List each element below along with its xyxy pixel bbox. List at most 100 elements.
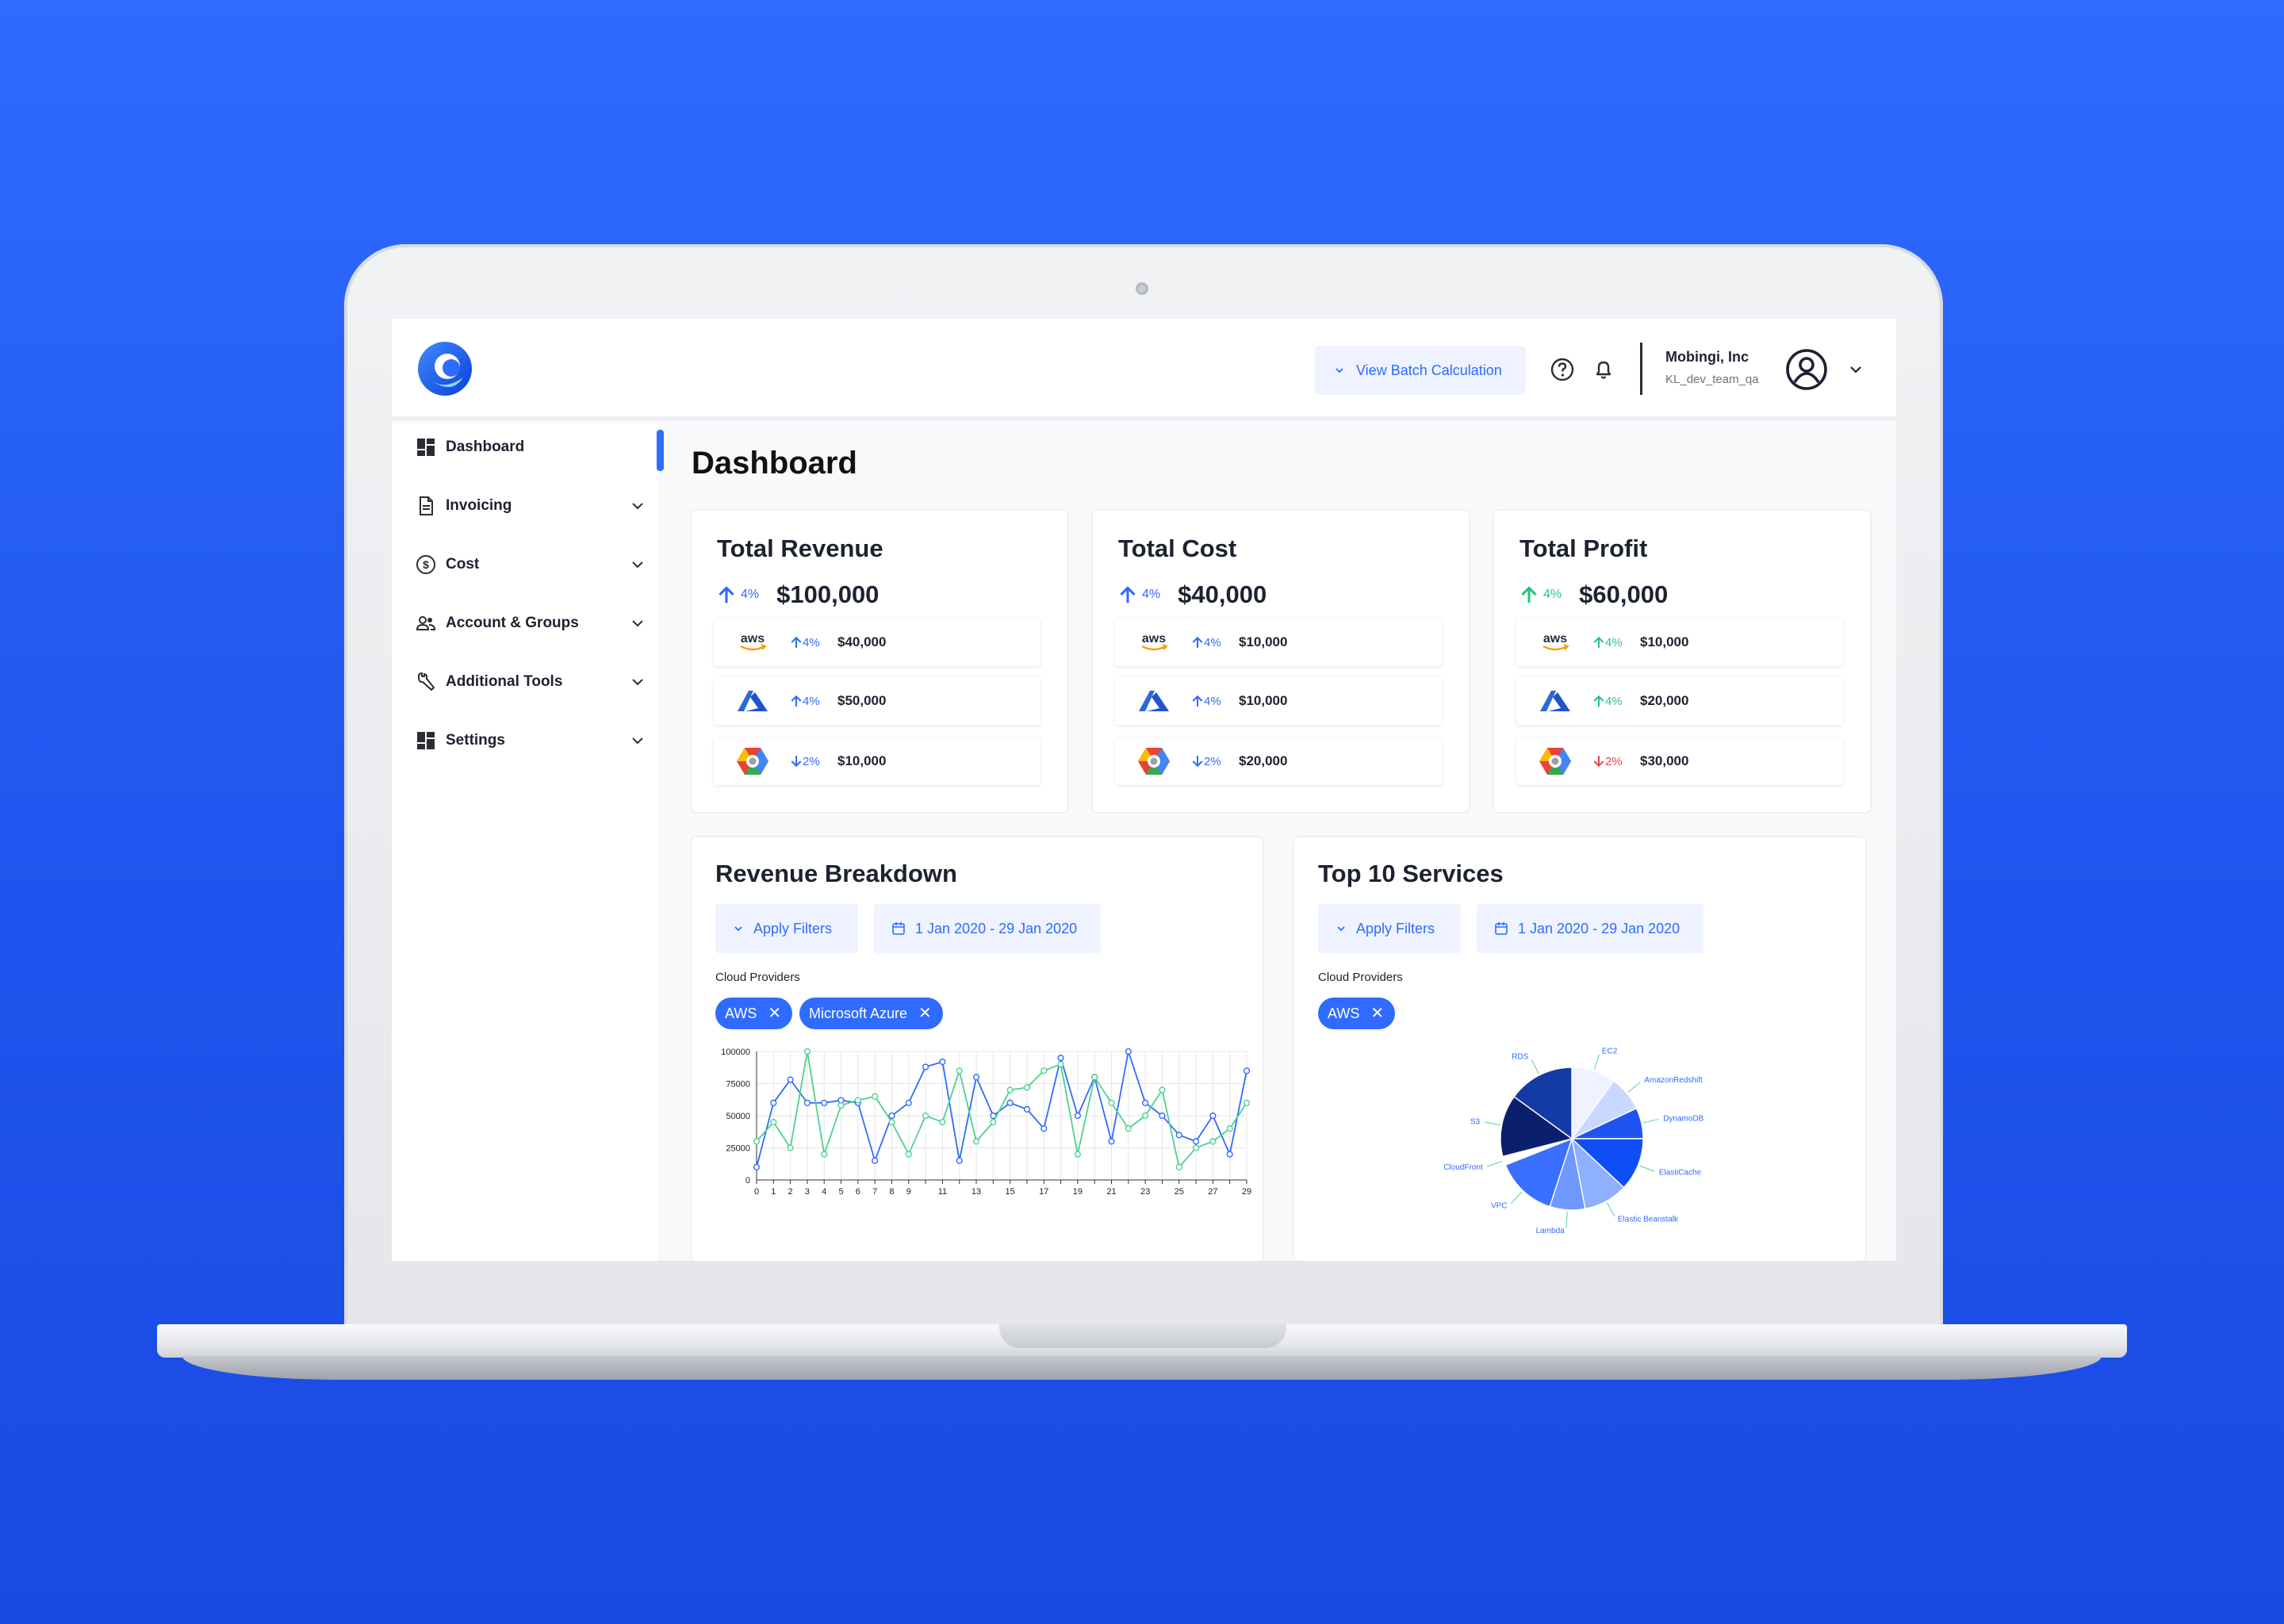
chip-aws[interactable]: AWS ✕	[715, 998, 793, 1029]
provider-change-value: 4%	[803, 635, 820, 649]
kpi-summary: 4% $100,000	[717, 580, 879, 609]
provider-value: $30,000	[1640, 753, 1689, 768]
date-range-picker[interactable]: 1 Jan 2020 - 29 Jan 2020	[874, 904, 1101, 953]
pie-leader-line	[1484, 1121, 1500, 1126]
series-point	[956, 1067, 963, 1074]
kpi-title: Total Revenue	[717, 534, 883, 562]
bell-icon[interactable]	[1591, 357, 1616, 382]
top-services-card: Top 10 Services Apply Filters 1 Jan 2020…	[1294, 837, 1865, 1261]
users-icon	[416, 616, 436, 630]
chip-label: AWS	[725, 1005, 757, 1021]
view-batch-calculation-button[interactable]: View Batch Calculation	[1315, 346, 1526, 395]
provider-row-aws[interactable]: aws 4% $10,000	[1115, 619, 1442, 666]
document-icon	[420, 496, 433, 515]
series-point	[1108, 1138, 1115, 1145]
provider-logo	[1129, 744, 1178, 779]
cloud-providers-label: Cloud Providers	[1318, 971, 1403, 984]
apply-filters-button[interactable]: Apply Filters	[715, 904, 858, 953]
provider-change-value: 2%	[803, 754, 820, 768]
series-point	[1159, 1112, 1166, 1120]
close-icon[interactable]: ✕	[768, 1005, 781, 1021]
provider-row-azure[interactable]: 4% $50,000	[714, 677, 1040, 725]
sidebar-item-cost[interactable]: $ Cost	[416, 549, 646, 580]
date-range-picker[interactable]: 1 Jan 2020 - 29 Jan 2020	[1477, 904, 1703, 953]
series-point	[1159, 1086, 1166, 1094]
series-point	[1057, 1061, 1064, 1068]
provider-row-azure[interactable]: 4% $20,000	[1516, 677, 1843, 725]
arrow-up-icon	[1593, 695, 1604, 707]
provider-change: 2%	[790, 755, 837, 768]
provider-row-gcp[interactable]: 2% $10,000	[714, 737, 1040, 785]
revenue-line-chart: 02500050000750001000000 1 2 3 4 5 6 7 8 9 11 13 15 17…	[721, 1048, 1251, 1197]
pie-label: VPC	[1491, 1202, 1508, 1211]
pie-label: AmazonRedshift	[1644, 1076, 1703, 1085]
x-tick-label: 29	[1242, 1187, 1251, 1197]
chip-aws[interactable]: AWS ✕	[1318, 998, 1396, 1029]
series-point	[905, 1099, 912, 1106]
top-services-pie-chart: EC2 AmazonRedshift DynamoDB ElastiCache Elas…	[1443, 1048, 1703, 1235]
series-point	[787, 1144, 794, 1151]
app-logo-icon[interactable]	[416, 339, 474, 398]
series-point	[1209, 1112, 1217, 1120]
help-icon[interactable]	[1550, 357, 1575, 382]
kpi-value: $60,000	[1579, 580, 1669, 608]
kpi-card-total-cost: Total Cost 4% $40,000 aws 4% $10,000 4% …	[1093, 511, 1469, 812]
series-point	[888, 1118, 895, 1126]
chevron-down-icon[interactable]	[630, 674, 646, 690]
sidebar-item-account-groups[interactable]: Account & Groups	[416, 607, 646, 639]
provider-row-gcp[interactable]: 2% $20,000	[1115, 737, 1442, 785]
provider-change-value: 4%	[1605, 694, 1623, 708]
calendar-icon	[892, 922, 905, 935]
series-point	[753, 1163, 761, 1170]
provider-logo	[728, 684, 777, 718]
chip-label: Microsoft Azure	[809, 1005, 908, 1021]
series-point	[1175, 1163, 1182, 1170]
series-point	[1023, 1084, 1031, 1091]
series-point	[1006, 1099, 1014, 1106]
series-point	[939, 1118, 946, 1126]
provider-row-azure[interactable]: 4% $10,000	[1115, 677, 1442, 725]
chevron-down-icon[interactable]	[630, 615, 646, 631]
chevron-down-icon[interactable]	[630, 498, 646, 514]
close-icon[interactable]: ✕	[1370, 1005, 1384, 1021]
provider-change-value: 4%	[1605, 635, 1623, 649]
provider-row-aws[interactable]: aws 4% $40,000	[714, 619, 1040, 666]
y-tick-label: 50000	[726, 1112, 750, 1121]
chevron-down-icon[interactable]	[1848, 362, 1864, 377]
page-title: Dashboard	[692, 446, 857, 481]
provider-row-gcp[interactable]: 2% $30,000	[1516, 737, 1843, 785]
close-icon[interactable]: ✕	[918, 1005, 932, 1021]
series-point	[803, 1099, 811, 1106]
x-tick-label: 13	[971, 1187, 981, 1197]
provider-change: 2%	[1191, 755, 1239, 768]
chip-microsoft-azure[interactable]: Microsoft Azure ✕	[799, 998, 943, 1029]
kpi-change: 4%	[741, 588, 760, 601]
sidebar-item-label: Account & Groups	[446, 615, 579, 631]
provider-row-aws[interactable]: aws 4% $10,000	[1516, 619, 1843, 666]
chevron-down-icon[interactable]	[630, 733, 646, 749]
series-point	[956, 1157, 963, 1164]
svg-text:aws: aws	[1142, 632, 1166, 645]
x-tick-label: 4	[822, 1187, 826, 1197]
provider-change-value: 4%	[1204, 694, 1221, 708]
pie-leader-line	[1593, 1054, 1600, 1070]
kpi-title: Total Cost	[1118, 534, 1237, 562]
chevron-down-icon[interactable]	[630, 557, 646, 573]
provider-change-value: 2%	[1204, 754, 1221, 768]
sidebar-item-dashboard[interactable]: Dashboard	[416, 431, 646, 463]
x-tick-label: 17	[1039, 1187, 1048, 1197]
series-point	[972, 1074, 980, 1081]
user-circle-icon[interactable]	[1784, 347, 1829, 392]
series-point	[1040, 1125, 1048, 1132]
sidebar-item-settings[interactable]: Settings	[416, 725, 646, 756]
series-point	[770, 1099, 777, 1106]
apply-filters-button[interactable]: Apply Filters	[1318, 904, 1461, 953]
sidebar-item-invoicing[interactable]: Invoicing	[416, 490, 646, 522]
dashboard-icon	[417, 439, 435, 456]
series-point	[872, 1157, 879, 1164]
cloud-providers-label: Cloud Providers	[715, 971, 800, 984]
x-tick-label: 6	[856, 1187, 860, 1197]
laptop-notch	[999, 1324, 1286, 1348]
pie-leader-line	[1510, 1191, 1523, 1204]
sidebar-item-additional-tools[interactable]: Additional Tools	[416, 666, 646, 698]
